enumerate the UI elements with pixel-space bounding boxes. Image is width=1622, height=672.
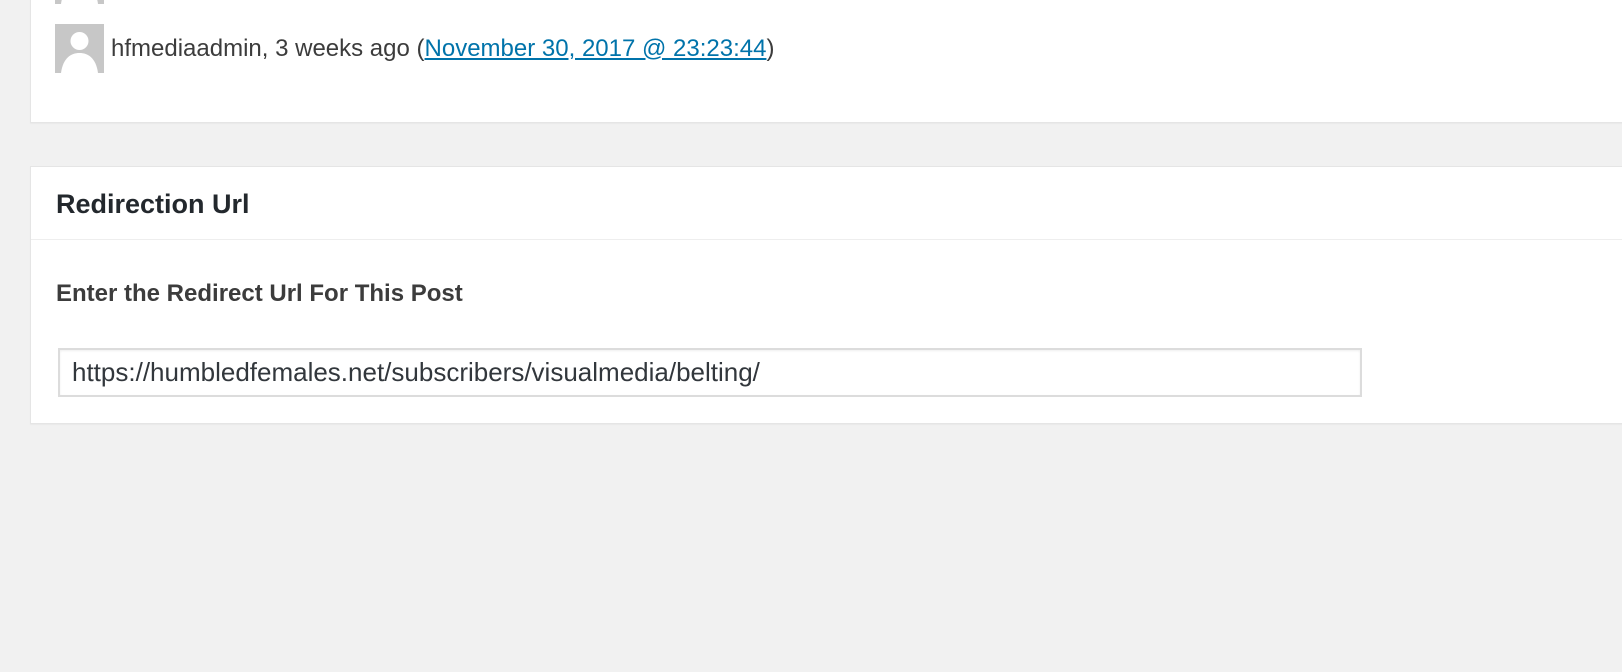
revision-meta: hfmediaadmin, 3 weeks ago (November 30, … bbox=[111, 34, 775, 62]
revision-author: hfmediaadmin bbox=[111, 34, 262, 62]
avatar bbox=[55, 0, 104, 4]
panel-header[interactable]: Redirection Url bbox=[31, 167, 1622, 240]
redirect-url-input[interactable] bbox=[58, 348, 1362, 397]
revisions-panel: hfmediaadmin, 3 weeks ago (November 30, … bbox=[30, 0, 1622, 123]
user-silhouette-icon bbox=[61, 32, 98, 73]
revision-date-link[interactable]: November 30, 2017 @ 23:23:44 bbox=[425, 35, 767, 62]
panel-title: Redirection Url bbox=[56, 188, 250, 219]
redirection-url-panel: Redirection Url Enter the Redirect Url F… bbox=[30, 166, 1622, 424]
revision-ago: 3 weeks ago bbox=[275, 34, 410, 62]
user-silhouette-icon bbox=[61, 0, 98, 4]
revision-row-partial bbox=[55, 0, 104, 4]
revision-row: hfmediaadmin, 3 weeks ago (November 30, … bbox=[55, 24, 774, 73]
redirect-url-label: Enter the Redirect Url For This Post bbox=[56, 280, 463, 307]
avatar bbox=[55, 24, 104, 73]
